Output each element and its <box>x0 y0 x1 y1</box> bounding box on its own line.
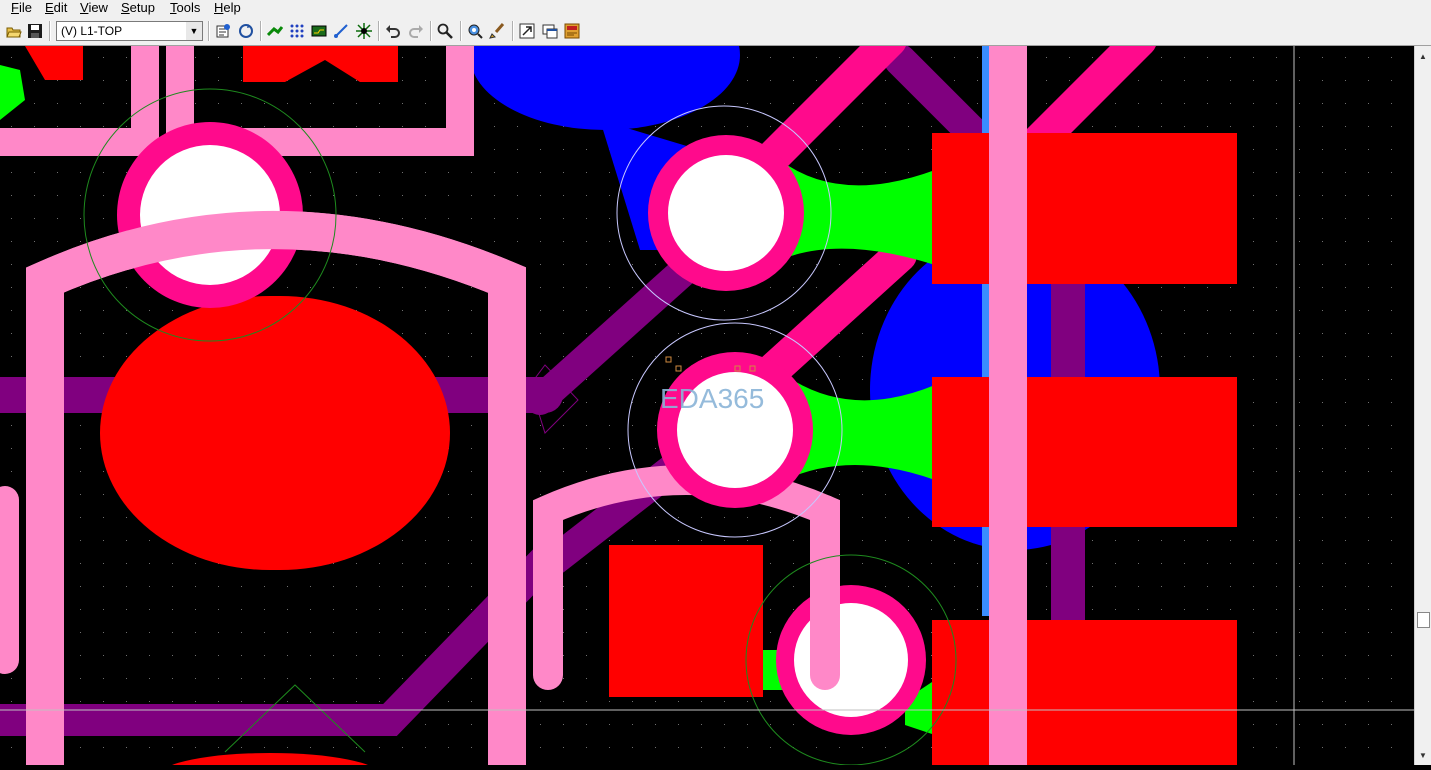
menu-setup[interactable]: Setup <box>121 0 155 15</box>
scroll-thumb[interactable] <box>1417 612 1430 628</box>
open-icon[interactable] <box>6 23 22 39</box>
via-icon[interactable] <box>356 23 372 39</box>
menu-view[interactable]: View <box>80 0 108 15</box>
toolbar: (V) L1-TOP ▼ <box>0 15 1431 46</box>
menu-tools[interactable]: Tools <box>170 0 200 15</box>
scroll-down-icon[interactable]: ▼ <box>1419 751 1427 760</box>
watermark: EDA365 <box>660 383 764 414</box>
scroll-up-icon[interactable]: ▲ <box>1419 52 1427 61</box>
menu-help[interactable]: Help <box>214 0 241 15</box>
undo-icon[interactable] <box>385 23 401 39</box>
trace-icon[interactable] <box>333 23 349 39</box>
vertical-scrollbar[interactable]: ▲ ▼ <box>1414 46 1431 765</box>
menu-edit[interactable]: Edit <box>45 0 67 15</box>
layer-select-value: (V) L1-TOP <box>61 24 123 38</box>
trace-thin-blue <box>982 46 990 616</box>
redo-icon[interactable] <box>408 23 424 39</box>
properties-icon[interactable] <box>215 23 231 39</box>
layer-select[interactable]: (V) L1-TOP ▼ <box>56 21 203 41</box>
save-icon[interactable] <box>27 23 43 39</box>
zoom-icon[interactable] <box>437 23 453 39</box>
route-icon[interactable] <box>267 23 283 39</box>
view-icon[interactable] <box>467 23 483 39</box>
pcb-canvas[interactable]: EDA365 <box>0 46 1414 765</box>
menu-file[interactable]: File <box>11 0 32 15</box>
menu-bar: File Edit View Setup Tools Help <box>0 0 1431 15</box>
refresh-icon[interactable] <box>238 23 254 39</box>
pattern-icon[interactable] <box>289 23 305 39</box>
window-icon[interactable] <box>542 23 558 39</box>
pdf-icon[interactable] <box>564 23 580 39</box>
chevron-down-icon[interactable]: ▼ <box>186 22 202 40</box>
board-icon[interactable] <box>311 23 327 39</box>
export-icon[interactable] <box>519 23 535 39</box>
brush-icon[interactable] <box>489 23 505 39</box>
